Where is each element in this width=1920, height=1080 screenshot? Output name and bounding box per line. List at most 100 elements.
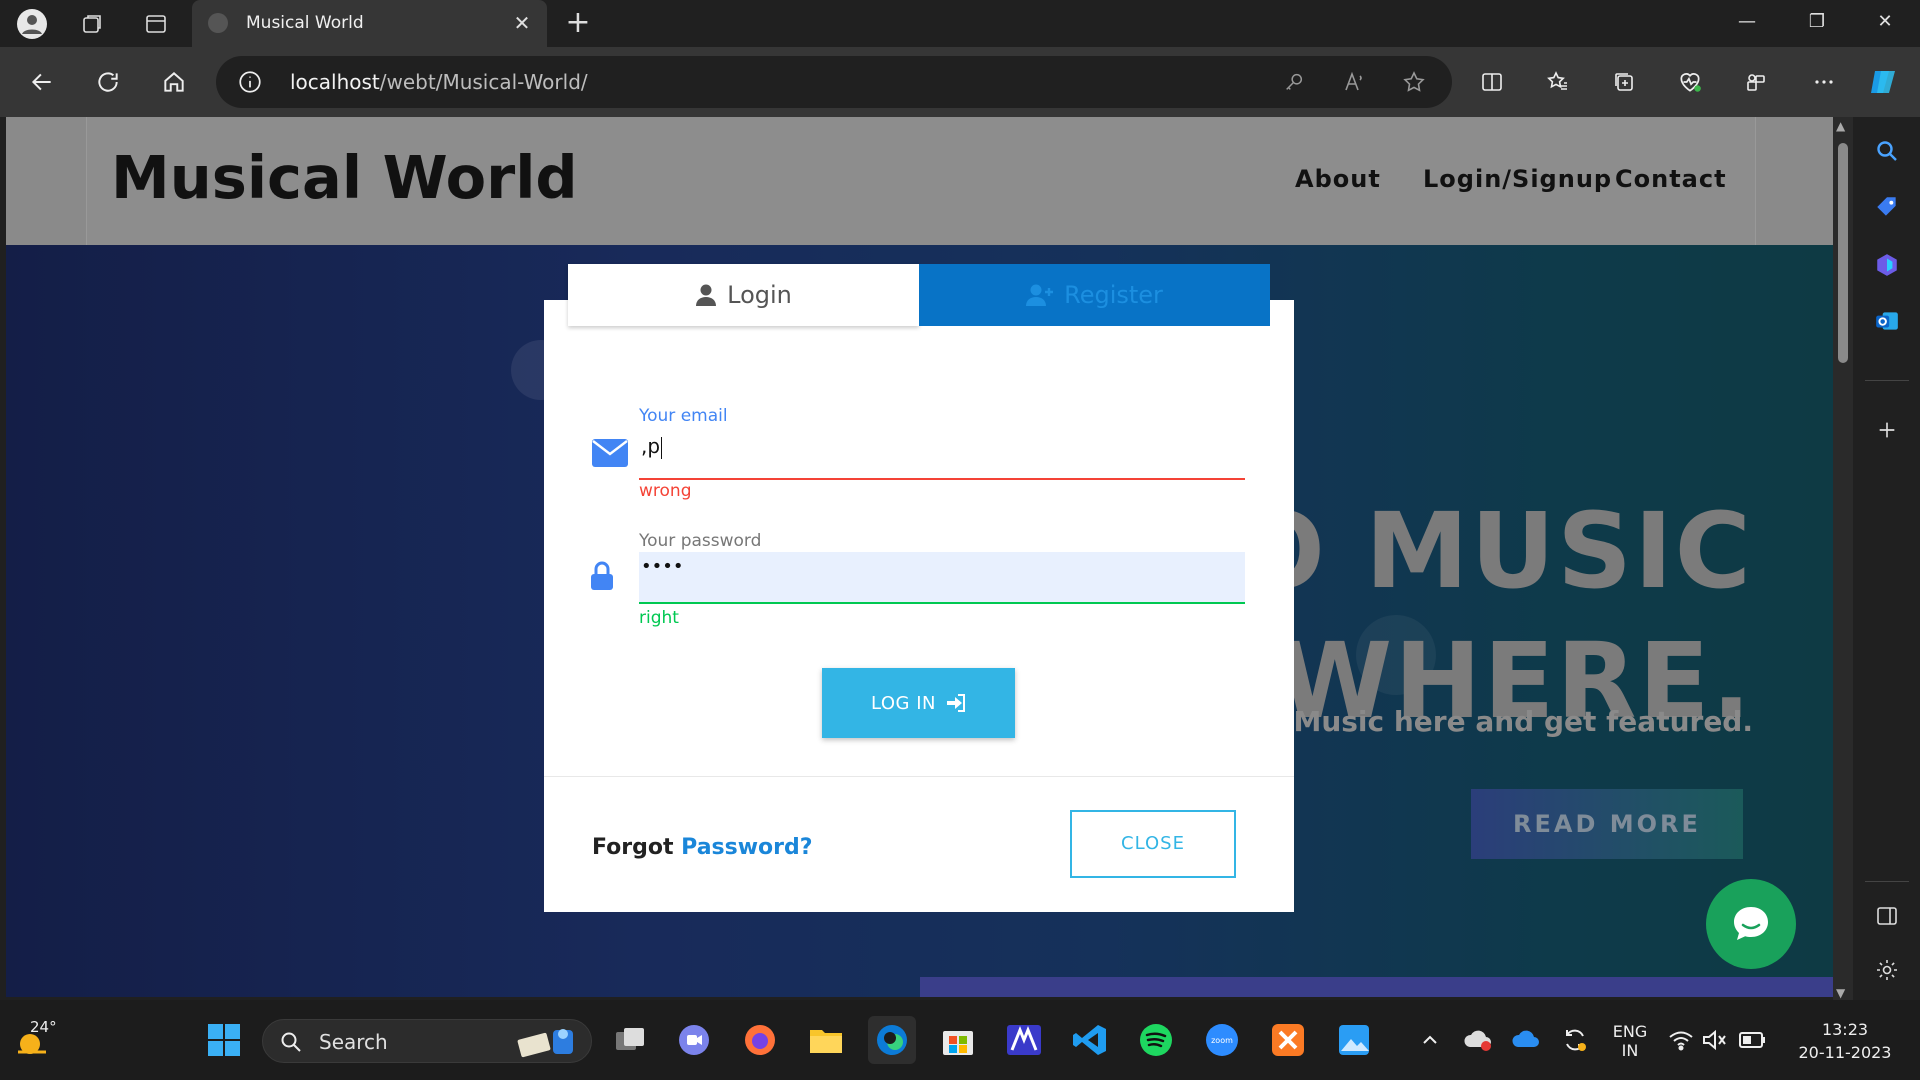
home-icon[interactable] <box>156 64 192 100</box>
new-tab-button[interactable]: + <box>560 6 596 42</box>
tab-login[interactable]: Login <box>568 264 919 326</box>
clock-date: 20-11-2023 <box>1798 1043 1892 1062</box>
file-explorer-icon[interactable] <box>802 1016 850 1064</box>
chat-widget-button[interactable] <box>1706 879 1796 969</box>
read-more-button[interactable]: READ MORE <box>1471 789 1743 859</box>
microsoft-store-icon[interactable] <box>934 1016 982 1064</box>
email-label: Your email <box>639 406 728 426</box>
volume-muted-icon[interactable] <box>1698 1016 1732 1064</box>
extensions-icon[interactable] <box>1738 64 1774 100</box>
tab-musical-world[interactable]: Musical World ✕ <box>192 0 547 47</box>
scroll-up-arrow-icon[interactable]: ▲ <box>1836 119 1845 133</box>
add-sidebar-app-icon[interactable] <box>1870 413 1904 447</box>
design-app-icon[interactable] <box>1000 1016 1048 1064</box>
browser-tabstrip: Musical World ✕ + — ❐ ✕ <box>0 0 1920 47</box>
email-value: ,p <box>641 434 661 458</box>
copilot-icon[interactable] <box>1866 64 1902 100</box>
clock[interactable]: 13:23 20-11-2023 <box>1790 1020 1900 1062</box>
chat-bubble-icon <box>1734 907 1768 940</box>
read-aloud-icon[interactable] <box>1336 64 1372 100</box>
zoom-icon[interactable]: zoom <box>1198 1016 1246 1064</box>
svg-text:zoom: zoom <box>1211 1036 1233 1045</box>
collections-icon[interactable] <box>1606 64 1642 100</box>
site-brand[interactable]: Musical World <box>111 143 578 212</box>
photos-app-icon[interactable] <box>1330 1016 1378 1064</box>
split-screen-icon[interactable] <box>1474 64 1510 100</box>
lock-icon <box>590 560 614 592</box>
login-button-label: LOG IN <box>871 692 936 714</box>
url-path: /webt/Musical-World/ <box>379 70 588 94</box>
user-icon <box>696 284 717 306</box>
page-scrollbar[interactable]: ▲ ▼ <box>1833 117 1853 1000</box>
site-info-icon[interactable] <box>232 64 268 100</box>
nav-about[interactable]: About <box>1295 165 1381 193</box>
search-icon[interactable] <box>1870 134 1904 168</box>
back-icon[interactable] <box>24 64 60 100</box>
scroll-thumb[interactable] <box>1838 143 1848 363</box>
teams-chat-icon[interactable] <box>670 1016 718 1064</box>
onedrive-icon[interactable] <box>1503 1016 1551 1064</box>
key-icon[interactable] <box>1276 64 1312 100</box>
favorite-star-icon[interactable] <box>1396 64 1432 100</box>
tab-register[interactable]: Register <box>919 264 1270 326</box>
password-success-message: right <box>639 608 679 628</box>
weather-temp: 24° <box>30 1018 57 1036</box>
cloud-sync-error-icon[interactable] <box>1455 1016 1503 1064</box>
show-hidden-icons-chevron-icon[interactable] <box>1406 1016 1454 1064</box>
email-field[interactable]: ,p <box>639 430 1245 480</box>
nav-contact[interactable]: Contact <box>1615 165 1727 193</box>
workspaces-icon[interactable] <box>74 6 110 42</box>
edge-browser-icon[interactable] <box>868 1016 916 1064</box>
site-favicon-icon <box>208 13 228 33</box>
forgot-label: Forgot <box>592 835 674 860</box>
sidebar-settings-gear-icon[interactable] <box>1870 953 1904 987</box>
url-text[interactable]: localhost/webt/Musical-World/ <box>290 70 588 94</box>
search-placeholder: Search <box>319 1030 388 1054</box>
minimize-button[interactable]: — <box>1712 0 1782 47</box>
search-icon <box>281 1032 301 1052</box>
outlook-icon[interactable] <box>1870 304 1904 338</box>
text-cursor <box>661 436 663 459</box>
sync-warning-icon[interactable] <box>1551 1016 1599 1064</box>
nav-login-signup[interactable]: Login/Signup <box>1423 165 1612 193</box>
more-options-icon[interactable] <box>1806 64 1842 100</box>
close-tab-icon[interactable]: ✕ <box>509 10 535 36</box>
tab-title: Musical World <box>246 13 364 33</box>
bing-chat-icon[interactable] <box>1870 248 1904 282</box>
tab-actions-icon[interactable] <box>138 6 174 42</box>
spotify-icon[interactable] <box>1132 1016 1180 1064</box>
profile-avatar-icon[interactable] <box>14 6 50 42</box>
wifi-icon[interactable] <box>1664 1016 1698 1064</box>
scroll-down-arrow-icon[interactable]: ▼ <box>1836 986 1845 1000</box>
login-button[interactable]: LOG IN <box>822 668 1015 738</box>
hero-headline-line1: O MUSIC <box>1236 490 1753 612</box>
restore-button[interactable]: ❐ <box>1782 0 1852 47</box>
vscode-icon[interactable] <box>1066 1016 1114 1064</box>
browser-toolbar: localhost/webt/Musical-World/ <box>0 47 1920 117</box>
task-view-icon[interactable] <box>606 1016 654 1064</box>
start-windows-icon[interactable] <box>200 1016 248 1064</box>
search-highlight-icon <box>517 1029 573 1058</box>
refresh-icon[interactable] <box>90 64 126 100</box>
favorites-icon[interactable] <box>1540 64 1576 100</box>
browser-essentials-icon[interactable] <box>1672 64 1708 100</box>
url-host: localhost <box>290 70 380 94</box>
envelope-icon <box>590 436 630 470</box>
taskbar-search-box[interactable]: Search <box>262 1019 592 1063</box>
modal-footer-divider <box>544 776 1294 777</box>
address-bar[interactable]: localhost/webt/Musical-World/ <box>216 56 1452 108</box>
forgot-password-text: Forgot Password? <box>592 835 813 860</box>
sidebar-separator <box>1865 380 1909 381</box>
clock-time: 13:23 <box>1821 1020 1869 1039</box>
password-field[interactable]: •••• <box>639 552 1245 604</box>
battery-icon[interactable] <box>1736 1016 1770 1064</box>
close-window-button[interactable]: ✕ <box>1850 0 1920 47</box>
xampp-icon[interactable] <box>1264 1016 1312 1064</box>
language-indicator[interactable]: ENG IN <box>1606 1022 1654 1060</box>
hide-sidebar-icon[interactable] <box>1870 899 1904 933</box>
forgot-password-link[interactable]: Password? <box>681 835 812 860</box>
windows-taskbar: 24° Search zoom ENG IN 13:23 20-11-2023 <box>0 1000 1920 1080</box>
close-button[interactable]: CLOSE <box>1070 810 1236 878</box>
firefox-icon[interactable] <box>736 1016 784 1064</box>
shopping-tag-icon[interactable] <box>1870 190 1904 224</box>
